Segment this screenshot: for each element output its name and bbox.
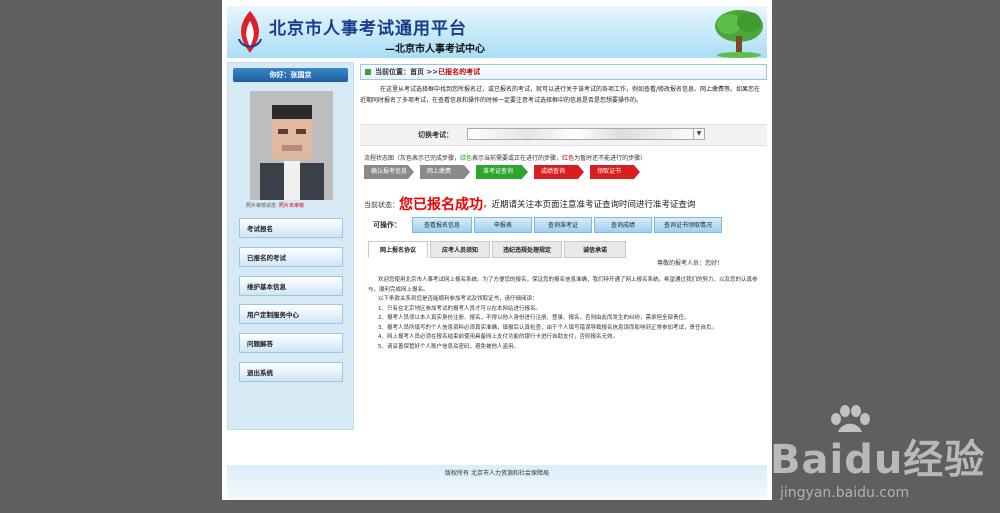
user-greeting: 你好：张国京 — [233, 68, 348, 82]
user-photo — [250, 91, 333, 200]
agreement-text: 欢迎您使用北京市人事考试网上报名系统。为了方便您的报名，保证您的报名信息准确，我… — [368, 276, 763, 352]
breadcrumb-prefix: 当前位置： — [375, 68, 410, 76]
photo-status: 照片审核状态 照片未审核 — [246, 202, 346, 209]
main-content: 当前位置：首页 >>已报名的考试 在这里从考试选择框中找到您所报名过，或已报名的… — [360, 62, 767, 430]
notice-paragraph: 欢迎您使用北京市人事考试网上报名系统。为了方便您的报名，保证您的报名信息准确，我… — [368, 277, 758, 293]
status-label: 当前状态： — [364, 201, 399, 209]
tab-registration-agreement[interactable]: 网上报名协议 — [368, 241, 428, 258]
photo-status-ok: 照片审核状态 — [246, 203, 277, 209]
status-highlight: 您已报名成功 — [399, 197, 483, 213]
operations-label: 可操作： — [373, 221, 401, 229]
notice-item: 3、报考人员所填写的个人信息资料必须真实准确，填报后认真检查，由于个人填写错误导… — [378, 324, 718, 331]
notice-item: 4、网上报考人员必须在报名结束前使用具备网上支付功能的银行卡进行自助支付，否则报… — [378, 334, 619, 340]
legend-prefix: 流程状态图（灰色表示已完成步骤， — [364, 155, 461, 162]
notice-item: 1、只有在北京地区参加考试的报考人员才可以在本网站进行报名。 — [378, 305, 542, 312]
step-score-query: 成绩查询 — [534, 165, 584, 179]
breadcrumb: 当前位置：首页 >>已报名的考试 — [360, 64, 767, 80]
legend-red: 红色 — [562, 155, 575, 162]
step-online-payment: 网上缴费 — [420, 165, 470, 179]
photo-status-fail: 照片未审核 — [279, 203, 305, 209]
breadcrumb-home[interactable]: 首页 — [410, 68, 424, 76]
copyright-text: 版权所有 北京市人力资源和社会保障局 — [445, 470, 549, 477]
menu-registered-exams[interactable]: 已报名的考试 — [239, 247, 343, 267]
avatar-icon — [250, 91, 333, 200]
flame-logo-icon — [238, 11, 262, 53]
notice-item: 5、请妥善保管好个人账户信息及密码，避免被他人盗用。 — [378, 343, 520, 350]
operations-bar: 可操作： 查看报名信息 申报表 查询准考证 查询成绩 查询证书领取情况 — [364, 216, 722, 234]
exam-switch-bar: 切换考试： ▼ — [360, 124, 767, 146]
breadcrumb-current: 已报名的考试 — [438, 68, 481, 76]
site-subtitle: —北京市人事考试中心 — [385, 44, 485, 55]
view-registration-button[interactable]: 查看报名信息 — [412, 217, 472, 233]
menu-faq[interactable]: 问题解答 — [239, 333, 343, 353]
menu-custom-service[interactable]: 用户定制服务中心 — [239, 304, 343, 324]
menu-logout[interactable]: 退出系统 — [239, 362, 343, 382]
location-marker-icon — [365, 69, 371, 75]
site-title: 北京市人事考试通用平台 — [269, 19, 467, 39]
legend-mid: 表示当前需要或正在进行的步骤， — [472, 155, 563, 162]
watermark-brand: Baidu经验 — [770, 437, 986, 483]
tree-icon — [715, 10, 763, 58]
tab-discipline-rules[interactable]: 违纪违规处理规定 — [492, 241, 562, 258]
notice-item: 2、报考人员须以本人真实身份注册、报名，不得以他人身份进行注册、登录、报名，否则… — [378, 315, 690, 321]
site-footer: 版权所有 北京市人力资源和社会保障局 — [227, 465, 767, 500]
process-steps: 确认报考信息 网上缴费 准考证查询 成绩查询 领取证书 — [364, 165, 724, 179]
query-score-button[interactable]: 查询成绩 — [594, 217, 652, 233]
breadcrumb-separator: >> — [424, 68, 439, 76]
status-message: ，近期请关注本页面注意准考证查询时间进行准考证查询 — [483, 200, 696, 210]
step-admission-ticket[interactable]: 准考证查询 — [476, 165, 528, 179]
baidu-watermark: Baidu经验 jingyan.baidu.com — [770, 405, 995, 513]
current-status: 当前状态：您已报名成功，近期请关注本页面注意准考证查询时间进行准考证查询 — [364, 194, 696, 214]
menu-exam-registration[interactable]: 考试报名 — [239, 218, 343, 238]
notice-paragraph: 以下条款关系到您是否能顺利参加考试及领取证书，请仔细阅读： — [378, 296, 538, 302]
page-container: 北京市人事考试通用平台 —北京市人事考试中心 你好：张国京 照片审核状态 照片未… — [222, 0, 772, 500]
sidebar: 你好：张国京 照片审核状态 照片未审核 考试报名 已报名的考试 维护基本信息 用户… — [227, 62, 354, 430]
legend-green: 绿色 — [460, 155, 473, 162]
greeting-text: 尊敬的报考人员：您好！ — [657, 260, 724, 267]
menu-basic-info[interactable]: 维护基本信息 — [239, 276, 343, 296]
site-header: 北京市人事考试通用平台 —北京市人事考试中心 — [227, 6, 767, 58]
intro-text: 在这里从考试选择框中找到您所报名过，或已报名的考试，就可以进行关于该考试的各项工… — [360, 86, 761, 104]
watermark-url: jingyan.baidu.com — [780, 485, 910, 501]
notice-tabs: 网上报名协议 应考人员须知 违纪违规处理规定 诚信承诺 — [368, 241, 626, 258]
flow-legend: 流程状态图（灰色表示已完成步骤，绿色表示当前需要或正在进行的步骤，红色为暂时还不… — [364, 153, 646, 162]
tab-integrity-pledge[interactable]: 诚信承诺 — [564, 241, 626, 258]
chevron-down-icon[interactable]: ▼ — [693, 129, 704, 139]
exam-select[interactable]: ▼ — [467, 128, 705, 140]
query-certificate-button[interactable]: 查询证书领取情况 — [654, 217, 722, 233]
switch-label: 切换考试： — [418, 131, 453, 139]
step-confirm-info: 确认报考信息 — [364, 165, 414, 179]
application-form-button[interactable]: 申报表 — [474, 217, 532, 233]
step-certificate: 领取证书 — [590, 165, 640, 179]
legend-suffix: 为暂时还不能进行的步骤） — [574, 155, 647, 162]
tab-candidate-notice[interactable]: 应考人员须知 — [430, 241, 490, 258]
query-admission-button[interactable]: 查询准考证 — [534, 217, 592, 233]
